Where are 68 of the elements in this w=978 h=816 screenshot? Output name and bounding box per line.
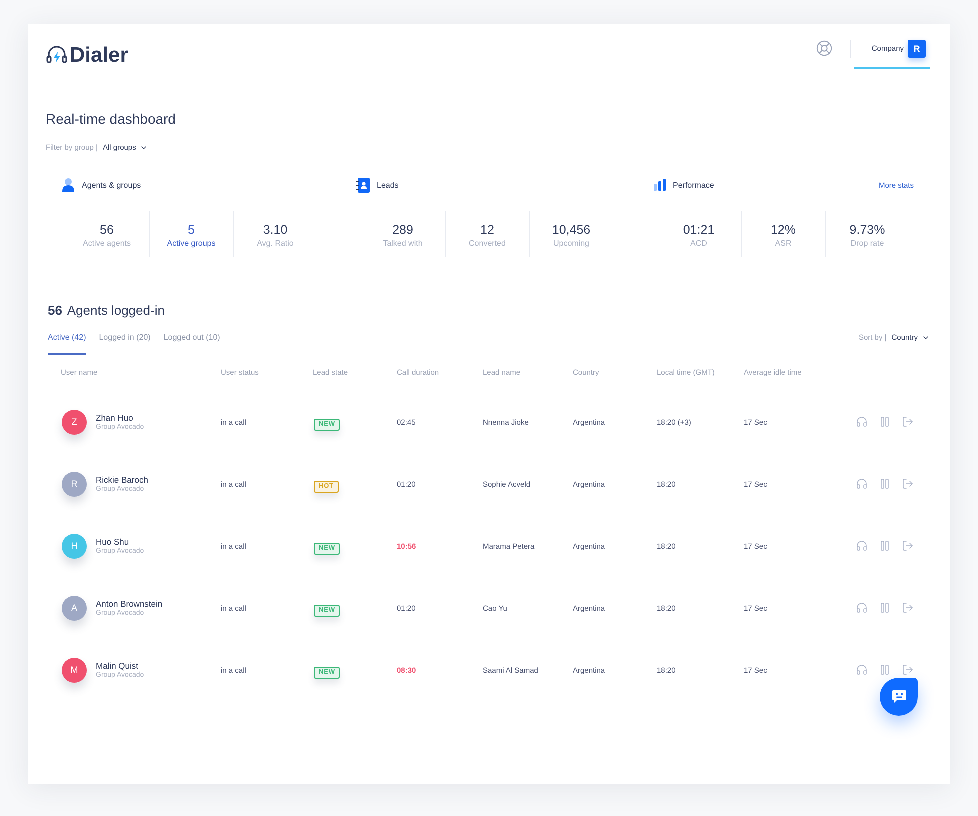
company-avatar: R [908, 40, 926, 58]
user-name: Huo Shu [96, 537, 130, 547]
stat-tile[interactable]: 289 Talked with [361, 211, 445, 257]
headset-icon[interactable] [856, 664, 868, 676]
stat-label: Talked with [383, 239, 423, 249]
stat-label: ASR [775, 239, 792, 249]
logout-icon[interactable] [902, 478, 914, 490]
stat-label: Drop rate [850, 239, 884, 249]
logout-icon[interactable] [902, 416, 914, 428]
person-icon [62, 178, 75, 192]
bar-chart-icon [654, 179, 666, 191]
stat-group-title: Agents & groups [82, 180, 142, 190]
user-name: Anton Brownstein [96, 599, 163, 609]
stat-label: Avg. Ratio [257, 239, 294, 249]
chat-button[interactable] [880, 678, 918, 716]
agent-tab[interactable]: Active (42) [48, 333, 86, 355]
pause-icon[interactable] [879, 602, 891, 614]
stat-value: 12% [770, 223, 796, 237]
stat-tile[interactable]: 3.10 Avg. Ratio [233, 211, 317, 257]
logout-icon[interactable] [902, 664, 914, 676]
contact-book-icon [356, 178, 370, 192]
logout-icon[interactable] [902, 540, 914, 552]
stat-value: 12 [480, 223, 494, 237]
stat-tile[interactable]: 10,456 Upcoming [529, 211, 613, 257]
stat-label: ACD [690, 239, 708, 249]
user-name: Rickie Baroch [96, 475, 148, 485]
stat-label: Active groups [167, 239, 216, 249]
stat-label: Upcoming [553, 239, 590, 249]
stat-value: 289 [392, 223, 414, 237]
headset-icon[interactable] [856, 540, 868, 552]
chevron-down-icon [922, 334, 930, 342]
lifebuoy-icon[interactable] [816, 40, 833, 57]
headset-icon[interactable] [856, 478, 868, 490]
pause-icon[interactable] [879, 416, 891, 428]
user-avatar: R [62, 472, 87, 496]
pause-icon[interactable] [879, 540, 891, 552]
stat-value: 9.73% [850, 223, 886, 237]
stat-group-title: Performace [673, 180, 714, 190]
user-name: Malin Quist [96, 661, 140, 671]
headset-icon[interactable] [856, 602, 868, 614]
pause-icon[interactable] [879, 478, 891, 490]
user-avatar: Z [62, 410, 87, 434]
stat-tile[interactable]: 9.73% Drop rate [825, 211, 909, 257]
chat-bot-icon [892, 690, 906, 704]
user-name: Zhan Huo [96, 413, 134, 423]
pause-icon[interactable] [879, 664, 891, 676]
headset-icon[interactable] [856, 416, 868, 428]
stat-tile[interactable]: 01:21 ACD [657, 211, 741, 257]
section-title: 56 Agents logged-in [48, 303, 166, 319]
stat-value: 01:21 [683, 223, 715, 237]
user-avatar: H [62, 534, 87, 558]
stat-group-title: Leads [377, 180, 399, 190]
stat-value: 5 [188, 223, 195, 237]
stat-tile[interactable]: 56 Active agents [65, 211, 149, 257]
chevron-down-icon [140, 144, 148, 152]
stat-tile[interactable]: 12% ASR [741, 211, 825, 257]
user-avatar: A [62, 596, 87, 620]
stat-tile[interactable]: 5 Active groups [149, 211, 233, 257]
app-logo: Dialer [70, 45, 128, 67]
logout-icon[interactable] [902, 602, 914, 614]
stat-tile[interactable]: 12 Converted [445, 211, 529, 257]
stat-value: 10,456 [552, 223, 591, 237]
page-title: Real-time dashboard [46, 111, 177, 127]
stat-value: 3.10 [263, 223, 288, 237]
stat-label: Converted [469, 239, 506, 249]
stat-label: Active agents [82, 239, 132, 249]
stat-value: 56 [100, 223, 114, 237]
user-avatar: M [62, 658, 87, 682]
